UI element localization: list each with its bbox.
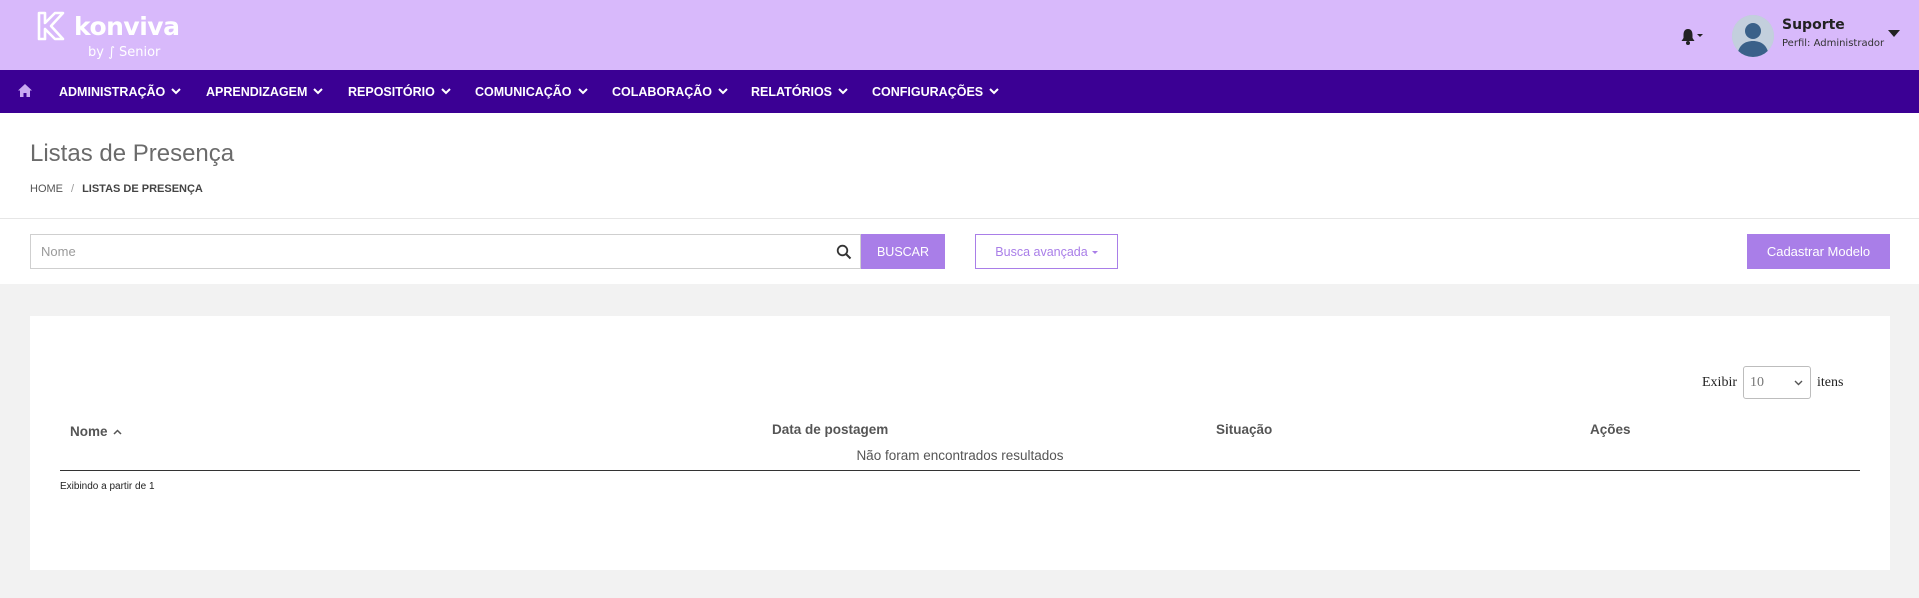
create-template-button[interactable]: Cadastrar Modelo: [1747, 234, 1890, 269]
page-size-control: Exibir 10 itens: [1702, 366, 1843, 399]
chevron-down-icon: [838, 88, 848, 95]
column-header-label: Data de postagem: [772, 422, 889, 437]
column-header-situacao[interactable]: Situação: [1216, 422, 1272, 437]
page-title: Listas de Presença: [30, 140, 235, 167]
user-name[interactable]: Suporte: [1782, 17, 1845, 33]
search-button[interactable]: BUSCAR: [861, 234, 945, 269]
breadcrumb-home-link[interactable]: HOME: [30, 183, 63, 195]
column-header-nome[interactable]: Nome: [70, 424, 122, 439]
nav-item-label: ADMINISTRAÇÃO: [59, 84, 166, 99]
chevron-down-icon: [1794, 380, 1803, 386]
brand-name: konviva: [74, 12, 180, 41]
page-header: Listas de Presença HOME / LISTAS DE PRESEN…: [0, 113, 1919, 219]
page-size-select[interactable]: 10: [1743, 366, 1811, 399]
chevron-down-icon: [441, 88, 451, 95]
chevron-down-icon: [989, 88, 999, 95]
notifications-bell-icon[interactable]: [1680, 26, 1704, 46]
nav-item-label: APRENDIZAGEM: [206, 84, 308, 99]
nav-item-configuracoes[interactable]: CONFIGURAÇÕES: [872, 70, 999, 113]
home-icon[interactable]: [17, 83, 33, 99]
caret-down-icon: [1091, 251, 1098, 254]
nav-item-label: REPOSITÓRIO: [348, 84, 435, 99]
column-header-label: Situação: [1216, 422, 1273, 437]
advanced-search-label: Busca avançada: [995, 244, 1088, 259]
search-box: [30, 234, 861, 269]
user-role: Perfil: Administrador: [1782, 38, 1885, 49]
nav-item-relatorios[interactable]: RELATÓRIOS: [751, 70, 848, 113]
nav-item-label: CONFIGURAÇÕES: [872, 84, 984, 99]
items-label: itens: [1817, 374, 1844, 390]
konviva-logo[interactable]: konviva by ∫ Senior: [36, 8, 180, 62]
main-nav: ADMINISTRAÇÃO APRENDIZAGEM REPOSITÓRIO C…: [0, 70, 1919, 113]
user-silhouette-icon: [1732, 15, 1774, 57]
sort-ascending-icon: [112, 429, 122, 435]
breadcrumb-separator: /: [71, 183, 75, 195]
nav-item-aprendizagem[interactable]: APRENDIZAGEM: [206, 70, 324, 113]
chevron-down-icon: [171, 88, 181, 95]
nav-item-label: COMUNICAÇÃO: [475, 84, 572, 99]
breadcrumb-current: LISTAS DE PRESENÇA: [82, 183, 203, 195]
konviva-k-icon: [37, 11, 65, 41]
page-size-value: 10: [1750, 374, 1764, 390]
column-header-label: Ações: [1590, 422, 1631, 437]
chevron-down-icon: [577, 88, 588, 95]
table-divider: [60, 470, 1860, 471]
nav-item-administracao[interactable]: ADMINISTRAÇÃO: [59, 70, 181, 113]
chevron-down-icon: [718, 88, 728, 95]
show-label: Exibir: [1702, 374, 1737, 390]
column-header-data-postagem[interactable]: Data de postagem: [772, 422, 888, 437]
search-input[interactable]: [31, 235, 821, 268]
column-header-label: Nome: [70, 424, 108, 439]
search-toolbar: BUSCAR Busca avançada Cadastrar Modelo: [0, 219, 1919, 284]
search-icon[interactable]: [836, 244, 852, 260]
nav-item-label: RELATÓRIOS: [751, 84, 833, 99]
nav-item-comunicacao[interactable]: COMUNICAÇÃO: [475, 70, 588, 113]
top-header: konviva by ∫ Senior Suporte Perfil: Admi…: [0, 0, 1919, 70]
advanced-search-button[interactable]: Busca avançada: [975, 234, 1118, 269]
pagination-info: Exibindo a partir de 1: [60, 481, 155, 492]
column-header-acoes: Ações: [1590, 422, 1631, 437]
user-menu-caret-icon[interactable]: [1888, 30, 1900, 37]
results-card: Exibir 10 itens Nome Data de postagem Si…: [30, 316, 1890, 570]
empty-results-message: Não foram encontrados resultados: [856, 448, 1064, 463]
breadcrumb: HOME / LISTAS DE PRESENÇA: [30, 183, 203, 195]
nav-item-label: COLABORAÇÃO: [612, 84, 712, 99]
nav-item-repositorio[interactable]: REPOSITÓRIO: [348, 70, 451, 113]
brand-byline: by ∫ Senior: [88, 45, 161, 60]
chevron-down-icon: [313, 88, 324, 95]
avatar[interactable]: [1732, 15, 1774, 57]
nav-item-colaboracao[interactable]: COLABORAÇÃO: [612, 70, 728, 113]
